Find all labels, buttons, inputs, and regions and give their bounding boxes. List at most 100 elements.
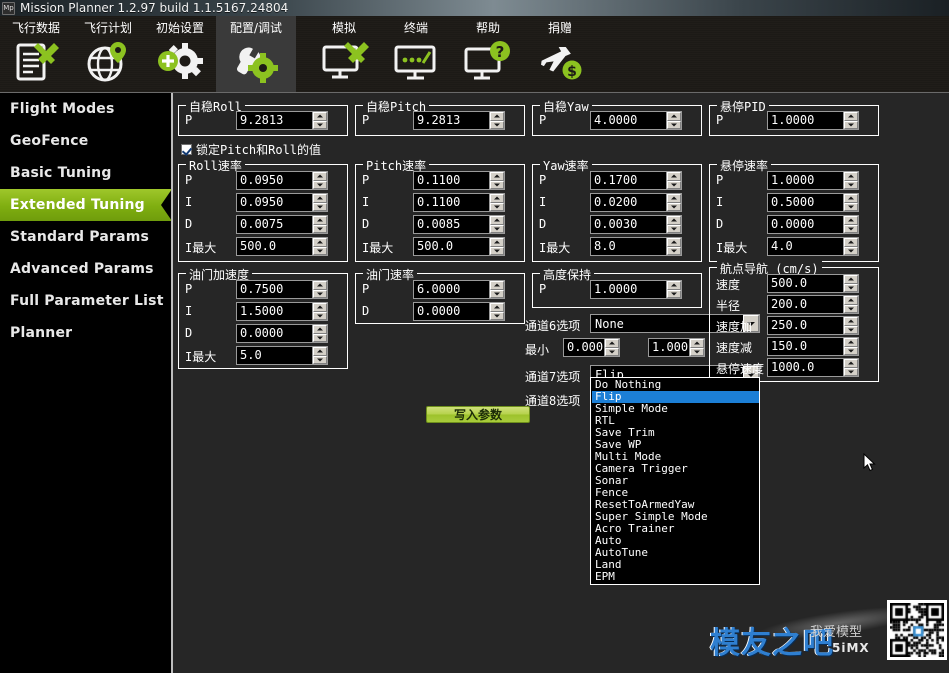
param-spinner[interactable] xyxy=(843,317,858,334)
param-spinner[interactable] xyxy=(312,112,327,129)
spinner-down-icon[interactable] xyxy=(844,346,858,355)
spinner-up-icon[interactable] xyxy=(667,194,681,203)
spinner-up-icon[interactable] xyxy=(667,172,681,181)
spinner-down-icon[interactable] xyxy=(490,180,504,189)
spinner-down-icon[interactable] xyxy=(667,180,681,189)
param-input[interactable]: 4.0 xyxy=(767,237,859,256)
spinner-up-icon[interactable] xyxy=(313,238,327,247)
ch6-min-input[interactable]: 0.000 xyxy=(563,338,620,357)
param-spinner[interactable] xyxy=(666,194,681,211)
spinner-down-icon[interactable] xyxy=(844,120,858,129)
initial-setup-gear-icon[interactable] xyxy=(154,39,206,85)
param-input[interactable]: 200.0 xyxy=(767,295,859,314)
spinner-down-icon[interactable] xyxy=(313,333,327,342)
sidebar-item-flight-modes[interactable]: Flight Modes xyxy=(0,93,171,125)
param-spinner[interactable] xyxy=(489,281,504,298)
spinner-up-icon[interactable] xyxy=(313,172,327,181)
sidebar-item-extended-tuning[interactable]: Extended Tuning xyxy=(0,189,172,221)
spinner-down-icon[interactable] xyxy=(313,224,327,233)
param-input[interactable]: 250.0 xyxy=(767,316,859,335)
param-spinner[interactable] xyxy=(843,296,858,313)
spinner-up-icon[interactable] xyxy=(667,238,681,247)
spinner-up-icon[interactable] xyxy=(490,112,504,121)
param-input[interactable]: 0.5000 xyxy=(767,193,859,212)
spinner-up-icon[interactable] xyxy=(313,194,327,203)
spinner-down-icon[interactable] xyxy=(490,289,504,298)
lock-pitch-roll-checkbox[interactable]: 锁定Pitch和Roll的值 xyxy=(181,141,321,158)
spinner-down-icon[interactable] xyxy=(844,304,858,313)
sidebar-item-basic-tuning[interactable]: Basic Tuning xyxy=(0,157,171,189)
spinner-up-icon[interactable] xyxy=(313,216,327,225)
help-monitor-icon[interactable]: ? xyxy=(462,39,514,85)
param-spinner[interactable] xyxy=(666,238,681,255)
param-spinner[interactable] xyxy=(666,216,681,233)
param-input[interactable]: 1.5000 xyxy=(236,302,328,321)
toolbar-tab-1[interactable]: 飞行数据 xyxy=(0,16,72,92)
spinner-down-icon[interactable] xyxy=(605,347,619,356)
spinner-down-icon[interactable] xyxy=(490,202,504,211)
param-input[interactable]: 1.0000 xyxy=(767,171,859,190)
param-spinner[interactable] xyxy=(843,112,858,129)
spinner-down-icon[interactable] xyxy=(313,202,327,211)
param-input[interactable]: 5.0 xyxy=(236,346,328,365)
spinner-up-icon[interactable] xyxy=(844,112,858,121)
spinner-down-icon[interactable] xyxy=(490,311,504,320)
param-input[interactable]: 0.0075 xyxy=(236,215,328,234)
param-spinner[interactable] xyxy=(666,112,681,129)
param-spinner[interactable] xyxy=(843,359,858,376)
spinner-up-icon[interactable] xyxy=(844,194,858,203)
spinner-up-icon[interactable] xyxy=(490,172,504,181)
toolbar-tab-7[interactable]: 帮助 ? xyxy=(452,16,524,92)
param-spinner[interactable] xyxy=(312,194,327,211)
param-input[interactable]: 0.0000 xyxy=(767,215,859,234)
param-input[interactable]: 9.2813 xyxy=(236,111,328,130)
param-input[interactable]: 1.0000 xyxy=(590,280,682,299)
toolbar-tab-3[interactable]: 初始设置 xyxy=(144,16,216,92)
param-input[interactable]: 500.0 xyxy=(413,237,505,256)
param-input[interactable]: 1.0000 xyxy=(767,111,859,130)
toolbar-tab-5[interactable]: 模拟 xyxy=(308,16,380,92)
param-input[interactable]: 0.7500 xyxy=(236,280,328,299)
param-spinner[interactable] xyxy=(312,238,327,255)
ch6-max-spinner[interactable] xyxy=(689,339,704,356)
simulation-monitor-icon[interactable] xyxy=(318,39,370,85)
terminal-monitor-icon[interactable] xyxy=(390,39,442,85)
spinner-up-icon[interactable] xyxy=(313,303,327,312)
spinner-up-icon[interactable] xyxy=(844,338,858,347)
spinner-up-icon[interactable] xyxy=(490,194,504,203)
flight-plan-globe-icon[interactable] xyxy=(82,39,134,85)
spinner-down-icon[interactable] xyxy=(844,202,858,211)
spinner-up-icon[interactable] xyxy=(313,112,327,121)
sidebar-item-geofence[interactable]: GeoFence xyxy=(0,125,171,157)
param-input[interactable]: 8.0 xyxy=(590,237,682,256)
param-input[interactable]: 0.1100 xyxy=(413,171,505,190)
spinner-up-icon[interactable] xyxy=(490,238,504,247)
param-spinner[interactable] xyxy=(312,303,327,320)
param-input[interactable]: 1000.0 xyxy=(767,358,859,377)
spinner-down-icon[interactable] xyxy=(690,347,704,356)
spinner-up-icon[interactable] xyxy=(490,281,504,290)
param-spinner[interactable] xyxy=(489,172,504,189)
param-spinner[interactable] xyxy=(843,172,858,189)
param-input[interactable]: 6.0000 xyxy=(413,280,505,299)
spinner-up-icon[interactable] xyxy=(844,317,858,326)
param-spinner[interactable] xyxy=(489,216,504,233)
param-spinner[interactable] xyxy=(312,281,327,298)
param-input[interactable]: 0.0200 xyxy=(590,193,682,212)
spinner-down-icon[interactable] xyxy=(667,289,681,298)
param-input[interactable]: 0.1700 xyxy=(590,171,682,190)
param-spinner[interactable] xyxy=(843,216,858,233)
ch7-option-dropdown-list[interactable]: Do Nothing Flip Simple Mode RTL Save Trim Sav… xyxy=(590,377,760,585)
param-input[interactable]: 0.0000 xyxy=(413,302,505,321)
spinner-up-icon[interactable] xyxy=(313,325,327,334)
spinner-down-icon[interactable] xyxy=(313,289,327,298)
spinner-down-icon[interactable] xyxy=(844,367,858,376)
spinner-up-icon[interactable] xyxy=(313,281,327,290)
ch6-max-input[interactable]: 1.000 xyxy=(648,338,705,357)
spinner-down-icon[interactable] xyxy=(313,120,327,129)
spinner-down-icon[interactable] xyxy=(844,283,858,292)
spinner-down-icon[interactable] xyxy=(844,246,858,255)
sidebar-item-advanced-params[interactable]: Advanced Params xyxy=(0,253,171,285)
param-spinner[interactable] xyxy=(666,281,681,298)
param-input[interactable]: 150.0 xyxy=(767,337,859,356)
